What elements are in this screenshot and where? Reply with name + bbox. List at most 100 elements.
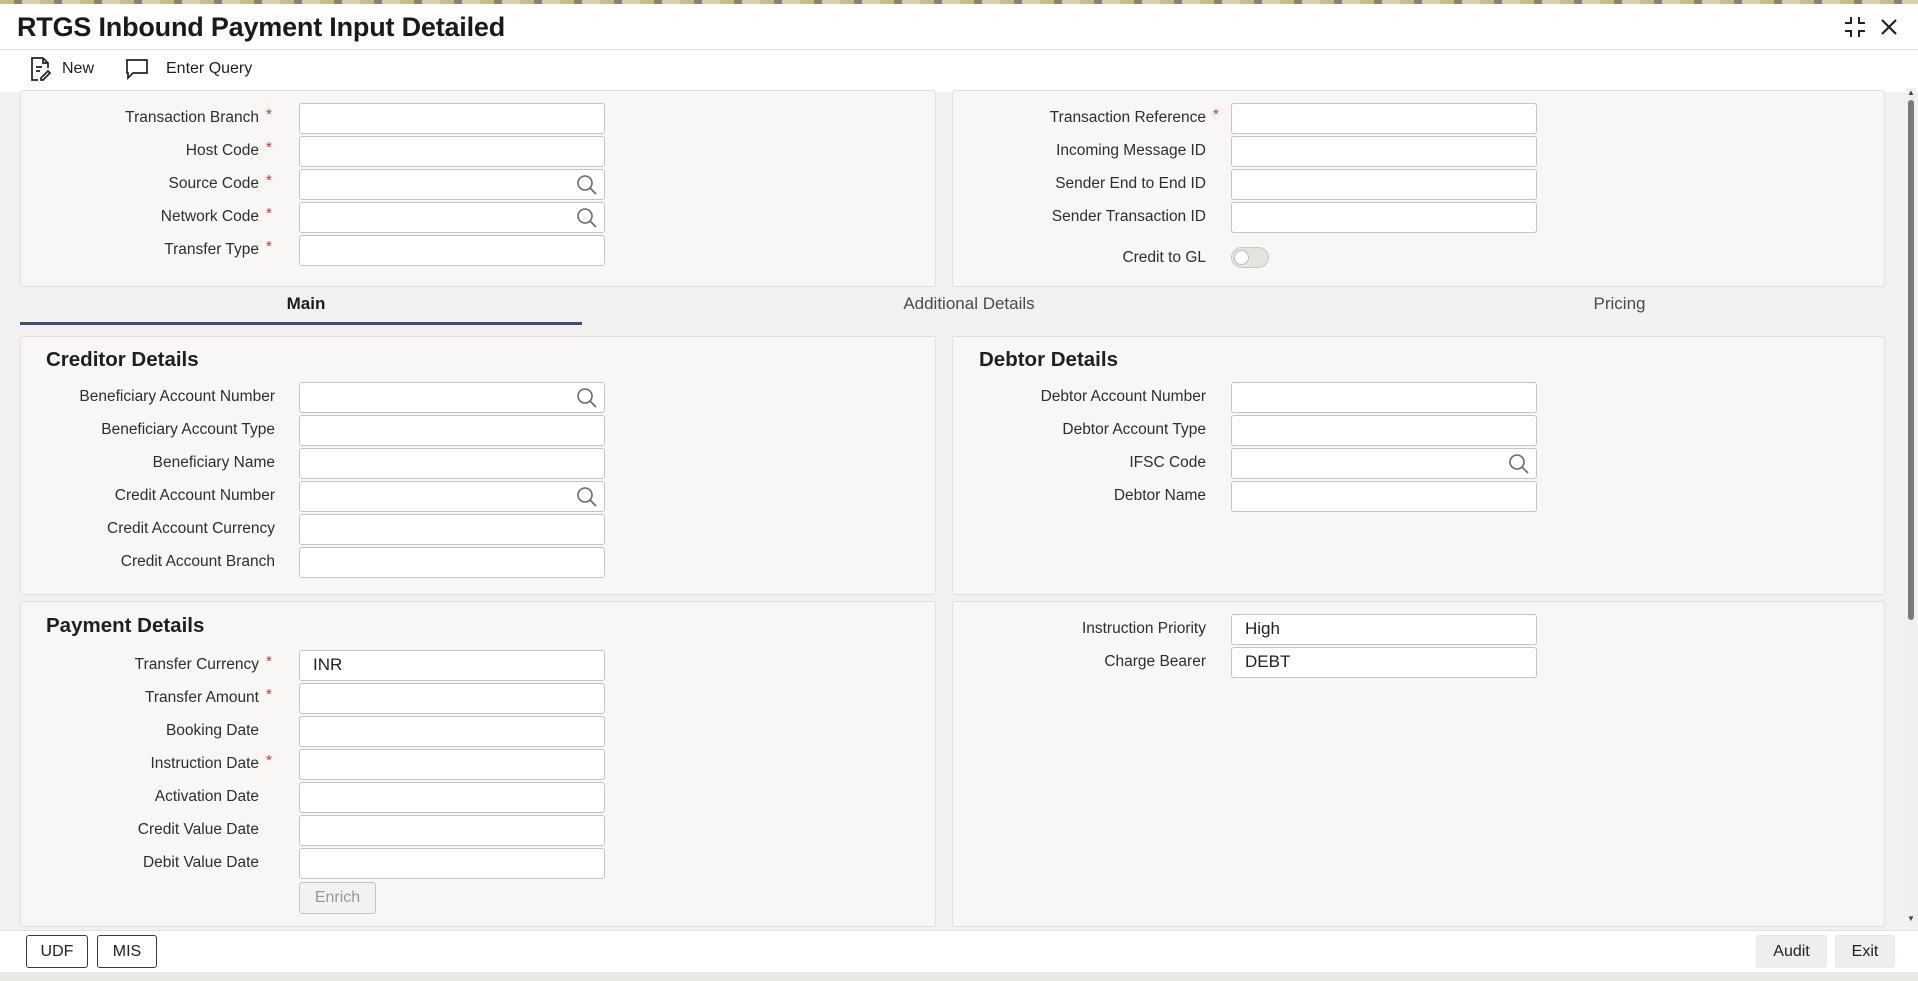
tab-additional-details[interactable]: Additional Details xyxy=(652,294,1286,314)
transfer-currency-label: Transfer Currency xyxy=(134,656,259,673)
transfer-currency-input[interactable]: INR xyxy=(299,650,605,681)
search-icon[interactable] xyxy=(576,387,598,409)
close-icon[interactable] xyxy=(1876,14,1902,40)
debit-value-date-input[interactable] xyxy=(299,848,605,879)
charge-bearer-input[interactable]: DEBT xyxy=(1231,647,1537,678)
new-button[interactable]: New xyxy=(28,52,94,86)
activation-date-label: Activation Date xyxy=(154,788,259,805)
required-marker: * xyxy=(1213,106,1219,123)
beneficiary-account-number-row: Beneficiary Account Number xyxy=(21,382,921,413)
debtor-name-input[interactable] xyxy=(1231,481,1537,512)
network-code-input[interactable] xyxy=(299,202,605,233)
enter-query-button[interactable]: Enter Query xyxy=(124,52,252,86)
incoming-message-id-row: Incoming Message ID xyxy=(953,136,1853,167)
bottom-strip xyxy=(0,972,1918,981)
host-code-label: Host Code xyxy=(185,142,259,159)
required-marker: * xyxy=(266,106,272,123)
transfer-amount-input[interactable] xyxy=(299,683,605,714)
ifsc-code-input[interactable] xyxy=(1231,448,1537,479)
creditor-section-title: Creditor Details xyxy=(46,348,199,371)
source-code-input[interactable] xyxy=(299,169,605,200)
search-icon[interactable] xyxy=(576,486,598,508)
collapse-icon[interactable] xyxy=(1842,14,1868,40)
enrich-button[interactable]: Enrich xyxy=(299,882,376,914)
host-code-input[interactable] xyxy=(299,136,605,167)
udf-button[interactable]: UDF xyxy=(26,935,88,968)
required-marker: * xyxy=(266,172,272,189)
booking-date-label: Booking Date xyxy=(165,722,259,739)
sender-transaction-id-label: Sender Transaction ID xyxy=(1051,208,1206,225)
mis-button[interactable]: MIS xyxy=(97,935,157,968)
credit-value-date-input[interactable] xyxy=(299,815,605,846)
vertical-scrollbar[interactable]: ▲ ▼ xyxy=(1906,88,1916,926)
debtor-account-type-input[interactable] xyxy=(1231,415,1537,446)
scroll-down-icon[interactable]: ▼ xyxy=(1906,914,1916,924)
scroll-up-icon[interactable]: ▲ xyxy=(1906,88,1916,98)
beneficiary-account-number-label: Beneficiary Account Number xyxy=(79,388,275,405)
payment-right-panel: Instruction Priority High Charge Bearer DEB… xyxy=(952,601,1885,927)
credit-account-currency-label: Credit Account Currency xyxy=(107,520,275,537)
search-icon[interactable] xyxy=(576,207,598,229)
active-tab-indicator xyxy=(20,322,582,325)
booking-date-row: Booking Date xyxy=(21,716,921,747)
ifsc-code-row: IFSC Code xyxy=(953,448,1853,479)
tab-bar: Main Additional Details Pricing xyxy=(20,286,1885,326)
charge-bearer-value: DEBT xyxy=(1245,652,1291,671)
debtor-account-number-input[interactable] xyxy=(1231,382,1537,413)
transfer-amount-label: Transfer Amount xyxy=(144,689,259,706)
instruction-date-input[interactable] xyxy=(299,749,605,780)
instruction-date-row: Instruction Date * xyxy=(21,749,921,780)
activation-date-input[interactable] xyxy=(299,782,605,813)
enter-query-label: Enter Query xyxy=(166,60,253,77)
booking-date-input[interactable] xyxy=(299,716,605,747)
charge-bearer-row: Charge Bearer DEBT xyxy=(953,647,1853,678)
activation-date-row: Activation Date xyxy=(21,782,921,813)
debtor-account-type-label: Debtor Account Type xyxy=(1062,421,1206,438)
credit-account-number-input[interactable] xyxy=(299,481,605,512)
payment-details-panel: Payment Details Transfer Currency * INR Tra… xyxy=(20,601,936,927)
transaction-branch-input[interactable] xyxy=(299,103,605,134)
debtor-account-number-row: Debtor Account Number xyxy=(953,382,1853,413)
new-label: New xyxy=(62,60,95,77)
transfer-amount-row: Transfer Amount * xyxy=(21,683,921,714)
incoming-message-id-input[interactable] xyxy=(1231,136,1537,167)
beneficiary-account-type-label: Beneficiary Account Type xyxy=(101,421,275,438)
tab-main[interactable]: Main xyxy=(20,294,592,314)
credit-account-currency-input[interactable] xyxy=(299,514,605,545)
required-marker: * xyxy=(266,752,272,769)
beneficiary-account-type-input[interactable] xyxy=(299,415,605,446)
source-code-row: Source Code * xyxy=(21,169,921,200)
footer-bar: UDF MIS Audit Exit xyxy=(0,930,1918,972)
credit-account-branch-input[interactable] xyxy=(299,547,605,578)
instruction-priority-value: High xyxy=(1245,619,1280,638)
sender-end-to-end-id-label: Sender End to End ID xyxy=(1055,175,1206,192)
exit-button[interactable]: Exit xyxy=(1835,935,1895,968)
debtor-name-row: Debtor Name xyxy=(953,481,1853,512)
instruction-priority-input[interactable]: High xyxy=(1231,614,1537,645)
credit-to-gl-row: Credit to GL xyxy=(953,243,1918,273)
beneficiary-account-number-input[interactable] xyxy=(299,382,605,413)
required-marker: * xyxy=(266,653,272,670)
transaction-reference-input[interactable] xyxy=(1231,103,1537,134)
sender-transaction-id-input[interactable] xyxy=(1231,202,1537,233)
transfer-type-input[interactable] xyxy=(299,235,605,266)
debtor-section-title: Debtor Details xyxy=(979,348,1118,371)
sender-transaction-id-row: Sender Transaction ID xyxy=(953,202,1853,233)
search-icon[interactable] xyxy=(1508,453,1530,475)
tab-pricing[interactable]: Pricing xyxy=(1286,294,1918,314)
required-marker: * xyxy=(266,205,272,222)
network-code-row: Network Code * xyxy=(21,202,921,233)
beneficiary-account-type-row: Beneficiary Account Type xyxy=(21,415,921,446)
beneficiary-name-row: Beneficiary Name xyxy=(21,448,921,479)
payment-section-title: Payment Details xyxy=(46,614,205,637)
search-icon[interactable] xyxy=(576,174,598,196)
debtor-name-label: Debtor Name xyxy=(1113,487,1206,504)
beneficiary-name-input[interactable] xyxy=(299,448,605,479)
scroll-thumb[interactable] xyxy=(1908,100,1914,620)
transaction-reference-label: Transaction Reference xyxy=(1049,109,1206,126)
sender-end-to-end-id-input[interactable] xyxy=(1231,169,1537,200)
audit-button[interactable]: Audit xyxy=(1756,935,1827,968)
instruction-priority-label: Instruction Priority xyxy=(1081,620,1206,637)
credit-to-gl-toggle[interactable] xyxy=(1231,247,1269,268)
credit-account-branch-row: Credit Account Branch xyxy=(21,547,921,578)
